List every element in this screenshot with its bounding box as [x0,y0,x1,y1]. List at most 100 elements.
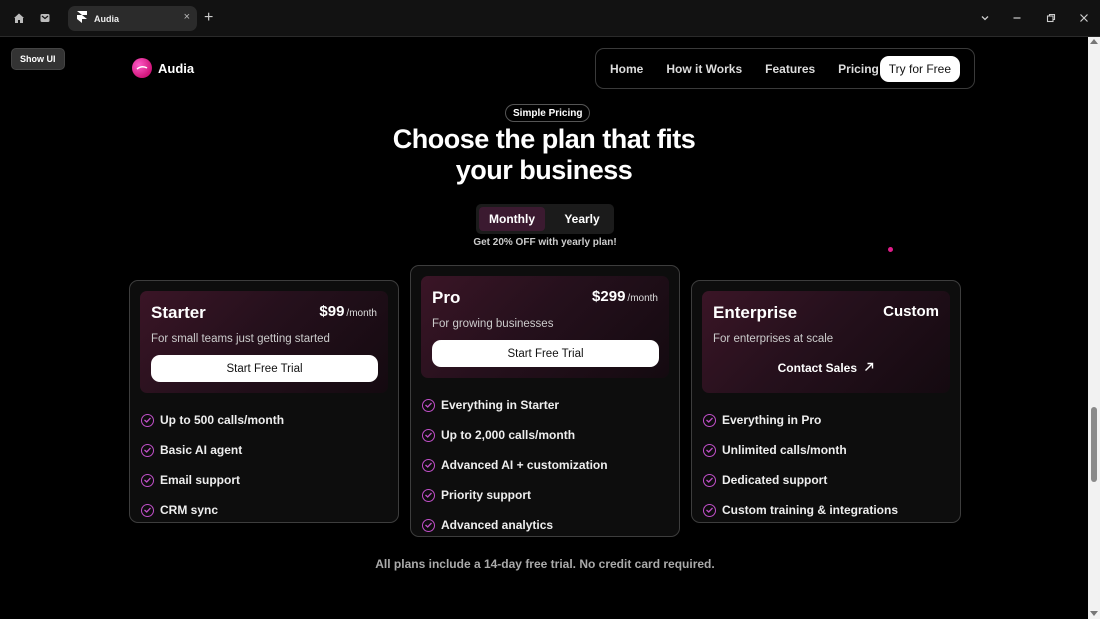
chevron-down-icon[interactable] [977,10,993,26]
list-item: Everything in Starter [422,390,608,420]
decorative-dot [888,247,893,252]
page-title: Choose the plan that fits your business [344,124,744,186]
plan-description: For enterprises at scale [713,333,834,345]
simple-pricing-badge: Simple Pricing [505,104,591,122]
show-ui-button[interactable]: Show UI [11,48,65,70]
list-item: Email support [141,465,284,495]
plan-description: For growing businesses [432,318,554,330]
nav-link-how-it-works[interactable]: How it Works [666,62,742,76]
price-value: $299 [592,288,626,305]
check-circle-icon [422,458,435,472]
feature-text: Everything in Starter [441,398,560,412]
list-item: Unlimited calls/month [703,435,898,465]
list-item: Basic AI agent [141,435,284,465]
scrollbar-thumb[interactable] [1091,407,1097,482]
feature-text: Unlimited calls/month [722,443,847,457]
check-circle-icon [422,428,435,442]
feature-text: Advanced AI + customization [441,458,608,472]
plan-price: $99 /month [319,303,377,320]
plan-name: Pro [432,288,461,307]
start-free-trial-button[interactable]: Start Free Trial [432,340,659,367]
feature-list: Everything in Pro Unlimited calls/month … [703,405,898,525]
feature-text: Everything in Pro [722,413,822,427]
plan-name: Starter [151,303,206,322]
plan-price: Custom [883,303,939,320]
list-item: Everything in Pro [703,405,898,435]
framer-icon [77,10,87,28]
plan-card-pro: Pro $299 /month For growing businesses S… [410,265,680,537]
start-free-trial-button[interactable]: Start Free Trial [151,355,378,382]
plan-name: Enterprise [713,303,798,322]
browser-toolbar: Audia × + [0,0,1100,37]
feature-text: Up to 2,000 calls/month [441,428,576,442]
check-circle-icon [703,443,716,457]
scroll-down-arrow-icon[interactable] [1090,611,1098,616]
new-tab-button[interactable]: + [204,9,213,27]
brand[interactable]: Audia [132,58,194,78]
headline-line-1: Choose the plan that fits [392,124,696,154]
inbox-icon[interactable] [37,10,53,26]
check-circle-icon [422,398,435,412]
browser-tab[interactable]: Audia × [68,6,197,31]
billing-option-yearly[interactable]: Yearly [552,207,612,231]
tab-close-icon[interactable]: × [184,11,190,23]
close-window-icon[interactable] [1076,10,1092,26]
feature-text: Email support [160,473,241,487]
yearly-promo-text: Get 20% OFF with yearly plan! [473,237,617,248]
scroll-up-arrow-icon[interactable] [1090,39,1098,44]
top-navigation: Home How it Works Features Pricing Try f… [595,48,975,89]
nav-link-home[interactable]: Home [610,62,643,76]
feature-text: Up to 500 calls/month [160,413,285,427]
check-circle-icon [703,413,716,427]
billing-option-monthly[interactable]: Monthly [479,207,545,231]
plan-card-enterprise: Enterprise Custom For enterprises at sca… [691,280,961,523]
feature-text: Priority support [441,488,532,502]
nav-link-pricing[interactable]: Pricing [838,62,879,76]
feature-list: Up to 500 calls/month Basic AI agent Ema… [141,405,284,525]
page-viewport: Show UI Audia Home How it Works Features… [0,38,1088,619]
billing-toggle: Monthly Yearly [476,204,614,234]
brand-name: Audia [158,60,195,76]
plan-header: Pro $299 /month For growing businesses S… [421,276,669,378]
home-icon[interactable] [11,10,27,26]
plan-description: For small teams just getting started [151,333,330,345]
feature-text: Dedicated support [722,473,828,487]
price-period: /month [627,293,658,304]
check-circle-icon [141,503,154,517]
pricing-footnote: All plans include a 14-day free trial. N… [375,557,715,571]
feature-list: Everything in Starter Up to 2,000 calls/… [422,390,608,540]
list-item: Advanced AI + customization [422,450,608,480]
contact-sales-label: Contact Sales [777,361,857,375]
check-circle-icon [141,413,154,427]
price-period: /month [346,308,377,319]
plan-header: Enterprise Custom For enterprises at sca… [702,291,950,393]
feature-text: Custom training & integrations [722,503,899,517]
check-circle-icon [141,473,154,487]
check-circle-icon [422,518,435,532]
price-value: $99 [319,303,345,320]
feature-text: CRM sync [160,503,219,517]
audia-logo-icon [132,58,152,78]
list-item: Up to 2,000 calls/month [422,420,608,450]
feature-text: Advanced analytics [441,518,554,532]
headline-line-2: your business [455,155,633,185]
price-value: Custom [883,303,939,320]
check-circle-icon [703,473,716,487]
check-circle-icon [703,503,716,517]
page-scrollbar[interactable] [1088,37,1100,619]
tab-title: Audia [94,13,120,24]
list-item: Custom training & integrations [703,495,898,525]
contact-sales-button[interactable]: Contact Sales [702,361,950,375]
list-item: Dedicated support [703,465,898,495]
minimize-icon[interactable] [1009,10,1025,26]
restore-icon[interactable] [1043,10,1059,26]
arrow-up-right-icon [864,361,874,375]
list-item: Up to 500 calls/month [141,405,284,435]
check-circle-icon [141,443,154,457]
nav-link-features[interactable]: Features [765,62,815,76]
try-for-free-button[interactable]: Try for Free [879,56,960,82]
plan-card-starter: Starter $99 /month For small teams just … [129,280,399,523]
list-item: Advanced analytics [422,510,608,540]
plan-header: Starter $99 /month For small teams just … [140,291,388,393]
list-item: CRM sync [141,495,284,525]
